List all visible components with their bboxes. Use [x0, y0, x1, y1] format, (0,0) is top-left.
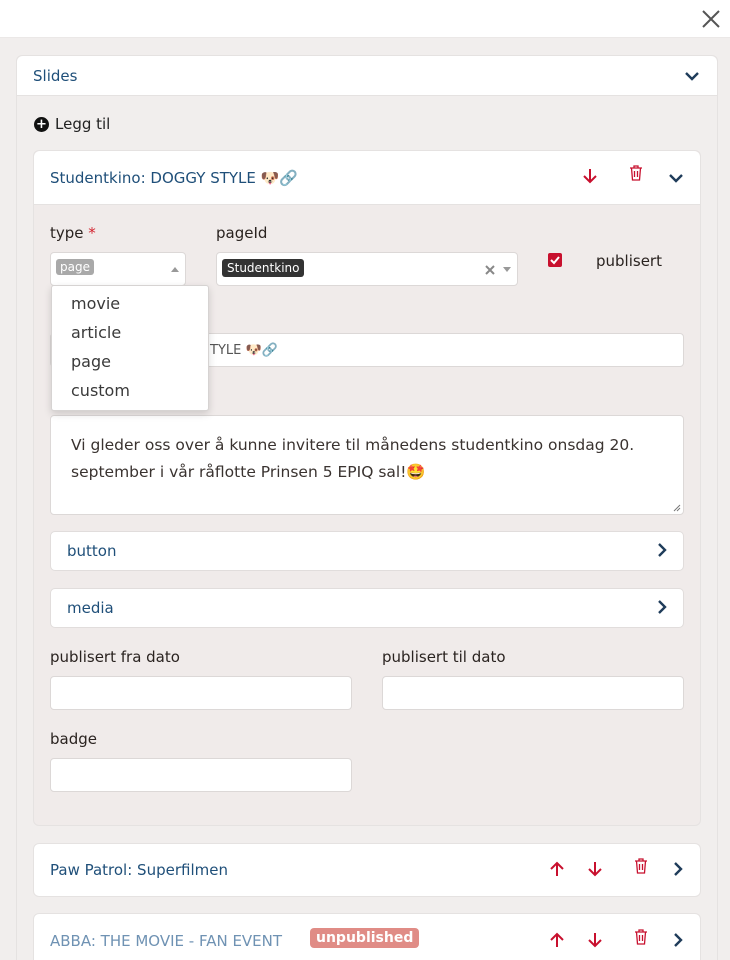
- modal-topbar: [0, 0, 730, 38]
- arrow-down-icon[interactable]: [581, 167, 599, 185]
- pageid-selected-tag: Studentkino: [222, 259, 305, 277]
- trash-icon[interactable]: [627, 164, 645, 182]
- pageid-label: pageId: [216, 224, 268, 242]
- chevron-down-icon[interactable]: [684, 68, 700, 84]
- publisert-checkbox[interactable]: [548, 253, 562, 267]
- chevron-right-icon[interactable]: [654, 599, 670, 615]
- add-slide-button[interactable]: + Legg til: [34, 114, 110, 134]
- type-dropdown-menu: movie article page custom: [51, 285, 209, 411]
- pub-from-label: publisert fra dato: [50, 648, 180, 666]
- type-option-movie[interactable]: movie: [71, 294, 120, 313]
- slide-card-3[interactable]: ABBA: THE MOVIE - FAN EVENT unpublished: [33, 913, 701, 960]
- text-textarea-value: Vi gleder oss over å kunne invitere til …: [71, 436, 635, 481]
- button-subsection[interactable]: button: [50, 531, 684, 571]
- pub-from-input[interactable]: [50, 676, 352, 710]
- trash-icon[interactable]: [632, 928, 650, 946]
- type-option-custom[interactable]: custom: [71, 381, 130, 400]
- type-option-article[interactable]: article: [71, 323, 121, 342]
- slide-2-title: Paw Patrol: Superfilmen: [50, 861, 228, 879]
- caret-up-icon: [171, 267, 179, 272]
- text-textarea[interactable]: Vi gleder oss over å kunne invitere til …: [50, 415, 684, 515]
- unpublished-badge: unpublished: [310, 928, 420, 948]
- resize-handle-icon[interactable]: [673, 504, 681, 512]
- check-icon: [550, 256, 560, 265]
- slides-header[interactable]: Slides: [17, 56, 717, 96]
- slide-1-title: Studentkino: DOGGY STYLE 🐶🔗: [50, 169, 298, 187]
- chevron-right-icon[interactable]: [670, 861, 686, 877]
- slide-card-2[interactable]: Paw Patrol: Superfilmen: [33, 843, 701, 897]
- close-icon[interactable]: [698, 6, 724, 32]
- type-selected-tag: page: [56, 259, 94, 275]
- type-select[interactable]: page: [50, 252, 186, 286]
- arrow-up-icon[interactable]: [548, 931, 566, 949]
- type-label: type *: [50, 224, 96, 242]
- plus-circle-icon: +: [34, 116, 49, 132]
- trash-icon[interactable]: [632, 857, 650, 875]
- chevron-right-icon[interactable]: [654, 542, 670, 558]
- badge-label: badge: [50, 730, 97, 748]
- slide-3-title: ABBA: THE MOVIE - FAN EVENT: [50, 932, 283, 950]
- chevron-right-icon[interactable]: [670, 932, 686, 948]
- chevron-down-icon[interactable]: [668, 170, 684, 186]
- caret-down-icon[interactable]: [503, 266, 511, 274]
- slides-title: Slides: [33, 67, 78, 85]
- media-subsection[interactable]: media: [50, 588, 684, 628]
- arrow-up-icon[interactable]: [548, 860, 566, 878]
- pageid-select[interactable]: Studentkino: [216, 252, 518, 286]
- slide-1-header[interactable]: Studentkino: DOGGY STYLE 🐶🔗: [34, 151, 700, 205]
- arrow-down-icon[interactable]: [586, 931, 604, 949]
- pub-to-label: publisert til dato: [382, 648, 506, 666]
- badge-input[interactable]: [50, 758, 352, 792]
- publisert-label: publisert: [596, 252, 662, 270]
- clear-icon[interactable]: [485, 265, 495, 275]
- pub-to-input[interactable]: [382, 676, 684, 710]
- add-slide-label: Legg til: [55, 115, 111, 133]
- media-subsection-title: media: [67, 599, 114, 617]
- type-option-page[interactable]: page: [71, 352, 111, 371]
- arrow-down-icon[interactable]: [586, 860, 604, 878]
- title-input-value: TYLE 🐶🔗: [210, 343, 278, 358]
- button-subsection-title: button: [67, 542, 117, 560]
